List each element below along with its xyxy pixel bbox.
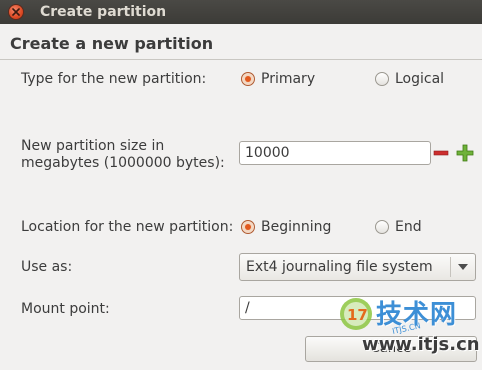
radio-beginning[interactable] bbox=[241, 220, 255, 234]
dialog-heading: Create a new partition bbox=[10, 34, 214, 53]
size-label-line2: megabytes (1000000 bytes): bbox=[21, 155, 225, 171]
size-label-line1: New partition size in bbox=[21, 138, 165, 154]
size-input[interactable]: 10000 bbox=[239, 141, 431, 165]
decrement-button[interactable] bbox=[431, 142, 451, 164]
radio-logical[interactable] bbox=[375, 72, 389, 86]
primary-label[interactable]: Primary bbox=[261, 70, 315, 88]
cancel-label: Cance bbox=[370, 341, 412, 356]
chevron-down-icon bbox=[458, 264, 468, 270]
end-label[interactable]: End bbox=[395, 218, 422, 236]
create-partition-dialog: Create partition Create a new partition … bbox=[0, 0, 482, 370]
use-as-label: Use as: bbox=[21, 259, 73, 275]
type-label: Type for the new partition: bbox=[21, 71, 207, 87]
combo-separator bbox=[450, 257, 451, 277]
location-label: Location for the new partition: bbox=[21, 219, 234, 235]
minus-icon bbox=[433, 150, 449, 156]
radio-primary[interactable] bbox=[241, 72, 255, 86]
header-divider bbox=[0, 59, 482, 60]
mount-point-label: Mount point: bbox=[21, 301, 110, 317]
logical-label[interactable]: Logical bbox=[395, 70, 444, 88]
mount-point-input[interactable]: / bbox=[239, 296, 476, 320]
close-button[interactable] bbox=[8, 4, 24, 20]
cancel-button[interactable]: Cance bbox=[305, 336, 477, 362]
title-bar: Create partition bbox=[0, 0, 482, 24]
use-as-select[interactable]: Ext4 journaling file system bbox=[239, 253, 476, 281]
use-as-value: Ext4 journaling file system bbox=[246, 259, 433, 275]
window-title: Create partition bbox=[40, 4, 167, 20]
beginning-label[interactable]: Beginning bbox=[261, 218, 331, 236]
radio-end[interactable] bbox=[375, 220, 389, 234]
plus-icon bbox=[456, 144, 474, 162]
close-icon bbox=[12, 8, 20, 16]
watermark-small-text: ITJS.CN bbox=[391, 321, 422, 336]
increment-button[interactable] bbox=[455, 142, 475, 164]
